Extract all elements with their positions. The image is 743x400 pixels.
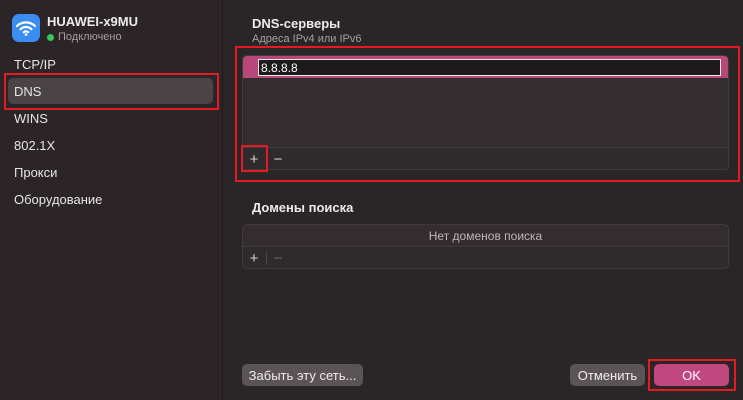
network-settings-window: HUAWEI-x9MU Подключено TCP/IP DNS WINS 8…: [0, 0, 743, 400]
search-domains-list: Нет доменов поиска + −: [242, 224, 729, 269]
sidebar-item-dns[interactable]: DNS: [8, 78, 213, 104]
add-dns-button[interactable]: +: [243, 148, 265, 169]
status-dot-icon: [47, 33, 54, 41]
network-status-text: Подключено: [58, 31, 122, 43]
search-domains-title: Домены поиска: [252, 200, 354, 215]
sidebar-item-wins[interactable]: WINS: [8, 105, 213, 131]
ok-button[interactable]: OK: [654, 364, 729, 386]
search-domains-empty-text: Нет доменов поиска: [428, 229, 543, 243]
dns-servers-list: + −: [242, 55, 729, 170]
main-panel: DNS-серверы Адреса IPv4 или IPv6 + − Дом…: [224, 0, 743, 400]
forget-network-button[interactable]: Забыть эту сеть...: [242, 364, 363, 386]
add-search-domain-button[interactable]: +: [243, 247, 265, 268]
sidebar-item-label: TCP/IP: [14, 56, 56, 72]
sidebar-item-label: Прокси: [14, 164, 58, 180]
sidebar-item-label: Оборудование: [14, 191, 103, 207]
sidebar-item-hardware[interactable]: Оборудование: [8, 186, 213, 212]
sidebar-item-label: WINS: [14, 110, 48, 126]
wifi-icon: [12, 14, 40, 42]
dns-section-subtitle: Адреса IPv4 или IPv6: [252, 33, 362, 45]
sidebar-item-label: 802.1X: [14, 137, 56, 153]
network-name: HUAWEI-x9MU: [47, 14, 139, 29]
cancel-button[interactable]: Отменить: [570, 364, 645, 386]
sidebar-item-8021x[interactable]: 802.1X: [8, 132, 213, 158]
sidebar-item-proxy[interactable]: Прокси: [8, 159, 213, 185]
list-item[interactable]: [243, 56, 728, 78]
sidebar-item-label: DNS: [14, 83, 42, 99]
dns-section-title: DNS-серверы: [252, 16, 341, 31]
remove-search-domain-button[interactable]: −: [267, 247, 289, 268]
dns-list-footer: + −: [243, 147, 728, 169]
network-status: Подключено: [47, 31, 122, 43]
sidebar-item-tcpip[interactable]: TCP/IP: [8, 51, 213, 77]
remove-dns-button[interactable]: −: [267, 148, 289, 169]
dns-server-input[interactable]: [258, 59, 721, 76]
network-header: HUAWEI-x9MU Подключено: [12, 12, 217, 46]
sidebar: HUAWEI-x9MU Подключено TCP/IP DNS WINS 8…: [0, 0, 223, 400]
search-domains-footer: + −: [243, 246, 728, 268]
